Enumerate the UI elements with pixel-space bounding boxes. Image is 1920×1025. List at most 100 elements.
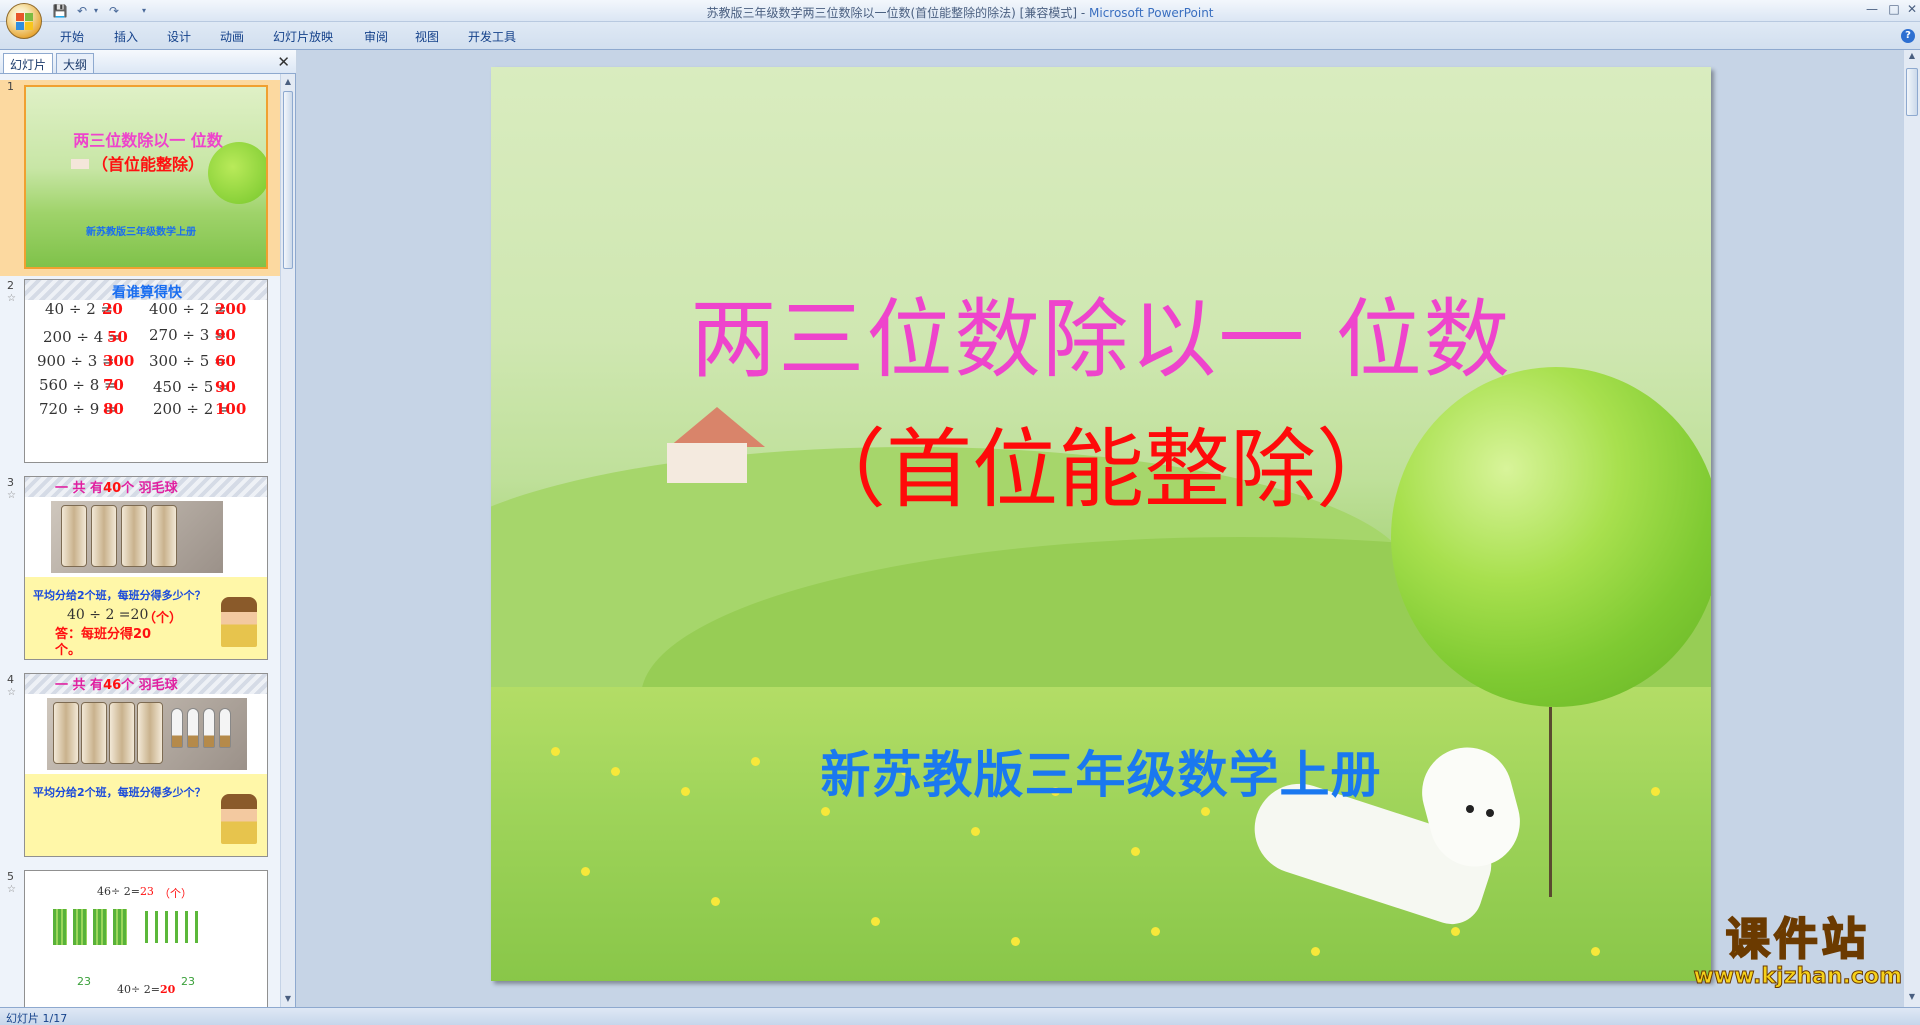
office-logo-icon xyxy=(16,13,34,31)
dog-eye xyxy=(1486,809,1494,817)
close-icon[interactable]: ✕ xyxy=(1902,2,1920,18)
problem-answer: 70 xyxy=(103,376,124,394)
thumbnail-row-3[interactable]: 3 ☆ 一 共 有40个 羽毛球 平均分给2个班，每班分得多少个？ 40 ÷ 2… xyxy=(0,476,280,672)
tab-animations[interactable]: 动画 xyxy=(220,28,244,45)
thumbnail-row-5[interactable]: 5 ☆ 46÷ 2=23 （个） 23 23 40÷ 2=20 xyxy=(0,870,280,1007)
slide-thumbnail-5[interactable]: 46÷ 2=23 （个） 23 23 40÷ 2=20 xyxy=(24,870,268,1007)
thumbnail-equation-2: 40÷ 2=20 xyxy=(117,983,175,996)
flower xyxy=(1451,927,1460,936)
editor-scrollbar[interactable]: ▲ ▼ xyxy=(1903,50,1920,1007)
stick-bundle xyxy=(73,909,87,945)
thumbnail-row-4[interactable]: 4 ☆ 一 共 有46个 羽毛球 平均分给2个班，每班分得多少个？ xyxy=(0,673,280,869)
thumbnail-title: 两三位数除以一 位数 xyxy=(73,131,223,150)
flower xyxy=(821,807,830,816)
stick-bundle xyxy=(53,909,67,945)
close-pane-icon[interactable]: ✕ xyxy=(277,53,290,71)
office-button[interactable] xyxy=(6,3,42,39)
thumbnail-unit: （个） xyxy=(143,611,183,626)
heading-number: 46 xyxy=(103,678,122,693)
slide-thumbnail-4[interactable]: 一 共 有46个 羽毛球 平均分给2个班，每班分得多少个？ xyxy=(24,673,268,857)
tube-image xyxy=(151,505,177,567)
single-stick xyxy=(175,911,178,943)
stick-bundle xyxy=(93,909,107,945)
maximize-icon[interactable]: □ xyxy=(1884,2,1904,18)
slide-credit[interactable]: 新苏教版三年级数学上册 xyxy=(491,735,1711,807)
flower xyxy=(1201,807,1210,816)
equation-prefix: 46÷ 2= xyxy=(97,885,140,898)
slide-number: 2 xyxy=(7,279,14,292)
flower-field-illustration xyxy=(491,687,1711,981)
shuttlecock-image xyxy=(187,708,199,748)
shuttlecock-image xyxy=(171,708,183,748)
thumbnail-heading: 看谁算得快 xyxy=(112,285,182,301)
thumbnail-subtitle: （首位能整除） xyxy=(91,155,204,174)
tab-design[interactable]: 设计 xyxy=(167,28,191,45)
problem-answer: 300 xyxy=(103,352,135,370)
tube-image xyxy=(137,702,163,764)
thumbnail-equation: 46÷ 2=23 xyxy=(97,885,154,898)
thumbnail-equation: 40 ÷ 2 =20 xyxy=(67,607,149,623)
heading-suffix: 个 羽毛球 xyxy=(121,481,178,496)
scroll-thumb[interactable] xyxy=(1906,68,1918,116)
tube-image xyxy=(121,505,147,567)
shuttlecock-image xyxy=(219,708,231,748)
stick-bundle xyxy=(113,909,127,945)
heading-prefix: 一 共 有 xyxy=(55,678,104,693)
slide-subtitle[interactable]: （首位能整除） xyxy=(491,399,1711,524)
single-stick xyxy=(165,911,168,943)
shuttlecock-image xyxy=(203,708,215,748)
tab-slideshow[interactable]: 幻灯片放映 xyxy=(273,28,333,45)
watermark-text: 课件站 xyxy=(1725,914,1870,965)
slide-editor: 两三位数除以一 位数 （首位能整除） 新苏教版三年级数学上册 课件站 www.k… xyxy=(297,50,1920,1007)
tab-review[interactable]: 审阅 xyxy=(364,28,388,45)
tab-outline[interactable]: 大纲 xyxy=(56,53,95,73)
problem-answer: 60 xyxy=(215,352,236,370)
current-slide[interactable]: 两三位数除以一 位数 （首位能整除） 新苏教版三年级数学上册 xyxy=(491,67,1711,981)
flower xyxy=(971,827,980,836)
flower xyxy=(1591,947,1600,956)
scroll-down-icon[interactable]: ▼ xyxy=(1904,992,1920,1006)
slide-thumbnail-2[interactable]: 看谁算得快 40 ÷ 2 = 20 400 ÷ 2 = 200 200 ÷ 4 … xyxy=(24,279,268,463)
heading-prefix: 一 共 有 xyxy=(55,481,104,496)
equation-prefix: 40÷ 2= xyxy=(117,983,160,996)
animation-icon: ☆ xyxy=(7,884,16,895)
flower xyxy=(1131,847,1140,856)
problem-answer: 20 xyxy=(102,300,123,318)
document-title: 苏教版三年级数学两三位数除以一位数(首位能整除的除法) [兼容模式] - xyxy=(706,6,1089,20)
heading-number: 40 xyxy=(103,481,122,496)
slide-thumbnail-3[interactable]: 一 共 有40个 羽毛球 平均分给2个班，每班分得多少个？ 40 ÷ 2 =20… xyxy=(24,476,268,660)
tab-view[interactable]: 视图 xyxy=(415,28,439,45)
slides-pane: 幻灯片 大纲 ✕ 1 两三位数除以一 位数 （首位能整除） 新苏教版三年级数学上… xyxy=(0,50,296,1007)
help-icon[interactable]: ? xyxy=(1901,29,1915,43)
thumbnail-question: 平均分给2个班，每班分得多少个？ xyxy=(33,786,206,799)
problem-answer: 80 xyxy=(103,400,124,418)
scroll-thumb[interactable] xyxy=(283,91,293,269)
watermark-logo: 课件站 www.kjzhan.com xyxy=(1693,914,1903,990)
watermark-url: www.kjzhan.com xyxy=(1693,964,1903,990)
tube-image xyxy=(81,702,107,764)
animation-icon: ☆ xyxy=(7,687,16,698)
window-title: 苏教版三年级数学两三位数除以一位数(首位能整除的除法) [兼容模式] - Mic… xyxy=(0,4,1920,21)
problem-answer: 50 xyxy=(107,328,128,346)
tab-slides[interactable]: 幻灯片 xyxy=(3,53,54,73)
tube-image xyxy=(91,505,117,567)
tab-developer[interactable]: 开发工具 xyxy=(468,28,516,45)
problem-answer: 200 xyxy=(215,300,247,318)
minimize-icon[interactable]: — xyxy=(1862,2,1882,18)
thumbnail-list: 1 两三位数除以一 位数 （首位能整除） 新苏教版三年级数学上册 2 ☆ 看谁算… xyxy=(0,74,280,1007)
problem-answer: 100 xyxy=(215,400,247,418)
thumbnail-scrollbar[interactable]: ▲ ▼ xyxy=(280,74,295,1007)
slide-thumbnail-1[interactable]: 两三位数除以一 位数 （首位能整除） 新苏教版三年级数学上册 xyxy=(24,85,268,269)
thumbnail-row-1[interactable]: 1 两三位数除以一 位数 （首位能整除） 新苏教版三年级数学上册 xyxy=(0,80,280,276)
girl-illustration xyxy=(221,597,257,647)
slide-title[interactable]: 两三位数除以一 位数 xyxy=(491,269,1711,394)
thumbnail-row-2[interactable]: 2 ☆ 看谁算得快 40 ÷ 2 = 20 400 ÷ 2 = 200 200 … xyxy=(0,279,280,475)
tab-insert[interactable]: 插入 xyxy=(114,28,138,45)
scroll-down-icon[interactable]: ▼ xyxy=(281,992,295,1006)
tab-home[interactable]: 开始 xyxy=(60,28,84,45)
scroll-up-icon[interactable]: ▲ xyxy=(1904,51,1920,65)
flower xyxy=(871,917,880,926)
scroll-up-icon[interactable]: ▲ xyxy=(281,75,295,89)
heading-suffix: 个 羽毛球 xyxy=(121,678,178,693)
ribbon-tabs: 开始 插入 设计 动画 幻灯片放映 审阅 视图 开发工具 ? xyxy=(0,22,1920,50)
